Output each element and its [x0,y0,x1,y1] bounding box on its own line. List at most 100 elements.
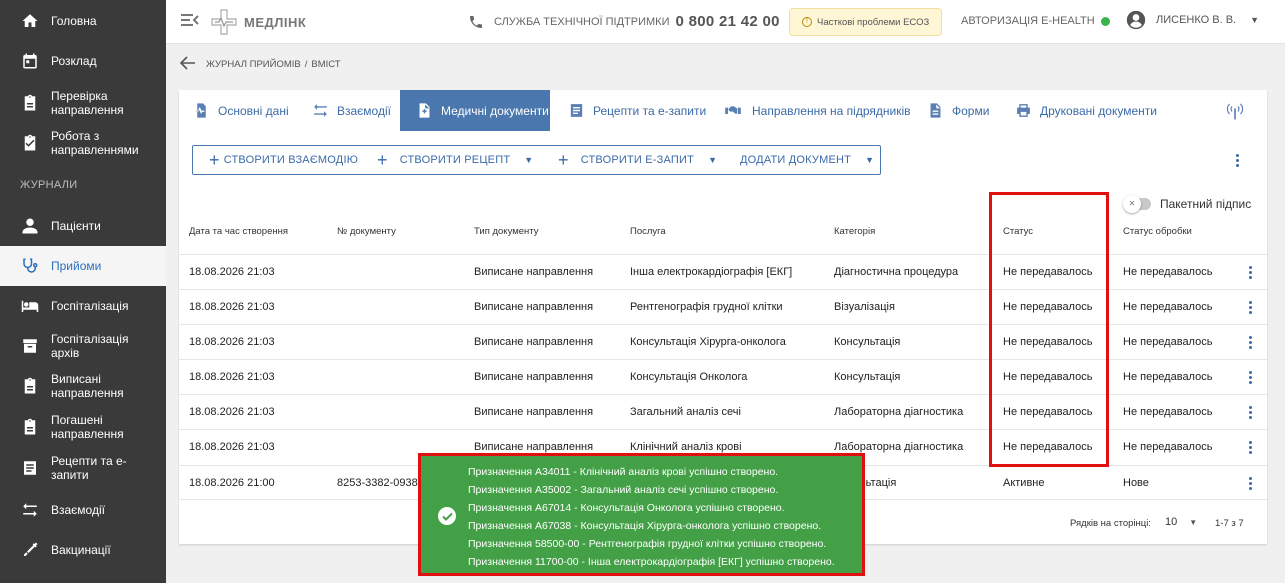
user-name: ЛИСЕНКО В. В. [1156,14,1237,26]
row-menu-icon[interactable] [1244,298,1256,316]
sidebar-item-label: Розклад [51,54,97,68]
cell-date: 18.08.2026 21:03 [189,441,275,453]
rows-per-page-select[interactable]: 10 ▼ [1165,516,1197,528]
add-document-button[interactable]: ДОДАТИ ДОКУМЕНТ ▼ [740,146,874,174]
sidebar-item-interactions[interactable]: Взаємодії [0,496,166,524]
swap-icon [314,104,327,117]
sidebar-item-label: Госпіталізація [51,299,129,313]
sidebar-item-hospitalization-archive[interactable]: Госпіталізація архів [0,332,166,360]
sidebar-item-label: Перевірка направлення [51,89,124,117]
table-row[interactable]: 18.08.2026 21:03 Виписане направлення За… [179,394,1267,429]
table-row[interactable]: 18.08.2026 21:03 Виписане направлення Ко… [179,324,1267,359]
sidebar-section-journals: ЖУРНАЛИ [20,179,78,191]
stethoscope-icon [20,256,40,276]
cell-doc-type: Виписане направлення [474,336,594,348]
sidebar-item-home[interactable]: Головна [0,8,166,34]
sidebar-item-schedule[interactable]: Розклад [0,48,166,74]
rows-per-page-label: Рядків на сторінці: [1070,518,1151,529]
cell-processing-status: Не передавалось [1123,441,1213,453]
logo-cross-icon [211,9,237,35]
sidebar-item-appointments[interactable]: Прийоми [0,246,166,286]
row-menu-icon[interactable] [1244,438,1256,456]
column-header-doc-type[interactable]: Тип документу [474,226,538,237]
column-header-doc-number[interactable]: № документу [337,226,396,237]
tab-interactions[interactable]: Взаємодії [312,90,391,131]
toast-line: Призначення А35002 - Загальний аналіз се… [468,483,779,496]
cell-status: Не передавалось [1003,441,1093,453]
row-menu-icon[interactable] [1244,474,1256,492]
cell-doc-type: Виписане направлення [474,266,594,278]
sidebar-item-patients[interactable]: Пацієнти [0,212,166,240]
create-recipe-button[interactable]: + СТВОРИТИ РЕЦЕПТ ▼ [377,146,533,174]
sidebar-item-redeemed-referrals[interactable]: Погашені направлення [0,411,166,443]
ehealth-auth-status[interactable]: АВТОРИЗАЦІЯ E-HEALTH [961,15,1110,27]
sidebar-item-recipes[interactable]: Рецепти та е-запити [0,452,166,484]
syringe-icon [20,540,40,560]
toggle-switch[interactable]: ✕ [1123,195,1151,213]
sidebar-item-label: Рецепти та е-запити [51,454,127,482]
tab-medical-documents[interactable]: Медичні документи [400,90,550,131]
tab-signal[interactable] [1225,90,1253,131]
row-menu-icon[interactable] [1244,263,1256,281]
sidebar-item-label: Виписані направлення [51,372,124,400]
tab-forms[interactable]: Форми [927,90,989,131]
row-menu-icon[interactable] [1244,333,1256,351]
ehealth-warning-badge[interactable]: ! Часткові проблеми ЕСОЗ [789,8,943,36]
list-icon [570,104,583,117]
tab-label: Медичні документи [441,103,549,118]
caret-down-icon: ▼ [1189,517,1198,527]
cell-service: Інша електрокардіографія [ЕКГ] [630,266,793,278]
cell-status: Активне [1003,477,1045,489]
create-erequest-button[interactable]: + СТВОРИТИ Е-ЗАПИТ ▼ [558,146,717,174]
archive-icon [20,336,40,356]
caret-down-icon: ▼ [708,155,718,165]
sidebar-item-hospitalization[interactable]: Госпіталізація [0,292,166,320]
tab-main-data[interactable]: Основні дані [193,90,289,131]
more-options-icon[interactable] [1231,151,1243,169]
cell-category: Візуалізація [834,301,895,313]
sidebar-item-label: Госпіталізація архів [51,332,129,360]
cell-doc-number: 8253-3382-0938- [337,477,422,489]
clipboard-icon [20,376,40,396]
cell-status: Не передавалось [1003,266,1093,278]
logo[interactable]: МЕДЛІНК [210,8,306,36]
table-row[interactable]: 18.08.2026 21:03 Виписане направлення Ко… [179,359,1267,394]
column-header-processing-status[interactable]: Статус обробки [1123,226,1192,237]
create-interaction-button[interactable]: + СТВОРИТИ ВЗАЄМОДІЮ [209,146,358,174]
batch-sign-toggle[interactable]: ✕ Пакетний підпис [1123,195,1252,213]
support-phone[interactable]: 0 800 21 42 00 [676,13,780,30]
breadcrumb-parent[interactable]: ЖУРНАЛ ПРИЙОМІВ [206,59,301,70]
sidebar-item-referral-check[interactable]: Перевірка направлення [0,88,166,118]
cell-category: Консультація [834,371,901,383]
tab-label: Взаємодії [337,103,391,118]
column-header-category[interactable]: Категорія [834,226,875,237]
sidebar-item-vaccinations[interactable]: Вакцинації [0,536,166,564]
cell-status: Не передавалось [1003,336,1093,348]
table-row[interactable]: 18.08.2026 21:03 Виписане направлення Ін… [179,254,1267,289]
row-menu-icon[interactable] [1244,368,1256,386]
swap-icon [20,500,40,520]
success-toast[interactable]: Призначення А34011 - Клінічний аналіз кр… [418,453,865,576]
tab-printed-documents[interactable]: Друковані документи [1015,90,1157,131]
sidebar-item-issued-referrals[interactable]: Виписані направлення [0,370,166,402]
table-row[interactable]: 18.08.2026 21:03 Виписане направлення Ре… [179,289,1267,324]
plus-icon: + [558,150,569,170]
home-icon [20,11,40,31]
batch-sign-label: Пакетний підпис [1160,197,1252,211]
back-arrow-icon[interactable] [179,56,196,73]
cell-date: 18.08.2026 21:03 [189,371,275,383]
cell-date: 18.08.2026 21:00 [189,477,275,489]
toast-line: Призначення 58500-00 - Рентгенографія гр… [468,537,827,550]
toast-line: Призначення 11700-00 - Інша електрокарді… [468,555,835,568]
cell-category: Лабораторна діагностика [834,406,964,418]
column-header-date[interactable]: Дата та час створення [189,226,288,237]
row-menu-icon[interactable] [1244,403,1256,421]
tab-recipes[interactable]: Рецепти та е-запити [568,90,706,131]
sidebar-item-label: Головна [51,14,97,28]
column-header-status[interactable]: Статус [1003,226,1033,237]
column-header-service[interactable]: Послуга [630,226,666,237]
sidebar-item-referral-work[interactable]: Робота з направленнями [0,128,166,158]
menu-collapse-icon[interactable] [181,12,199,33]
user-menu[interactable]: ЛИСЕНКО В. В. ▼ [1126,10,1259,30]
tab-contractor-referrals[interactable]: Направлення на підрядників [722,90,911,131]
